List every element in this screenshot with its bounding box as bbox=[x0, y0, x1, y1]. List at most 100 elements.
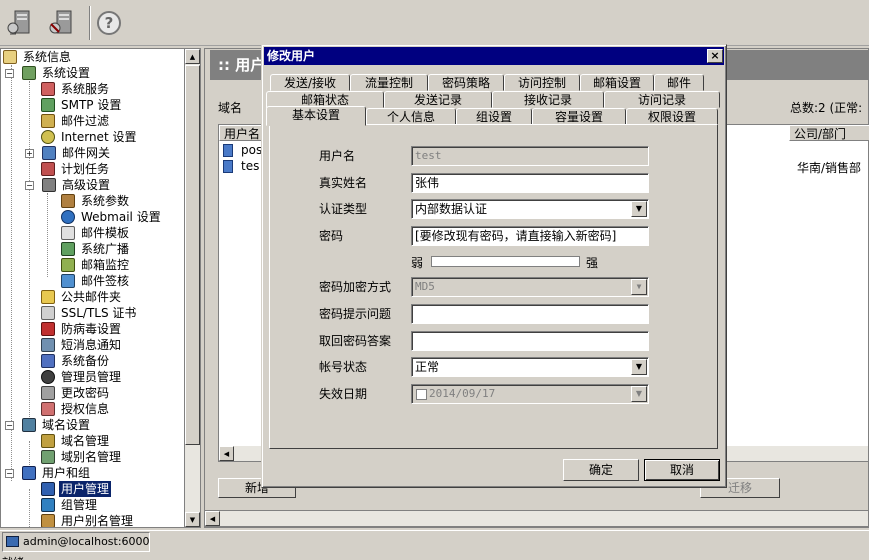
main-hscrollbar[interactable]: ◀ bbox=[204, 510, 869, 527]
backup-icon bbox=[41, 354, 55, 368]
key-icon bbox=[41, 386, 55, 400]
tree-scrollbar[interactable]: ▲ ▼ bbox=[184, 48, 201, 528]
settings-folder-icon bbox=[22, 66, 36, 80]
tab-password-policy[interactable]: 密码策略 bbox=[428, 74, 504, 91]
chevron-down-icon[interactable]: ▼ bbox=[631, 359, 647, 375]
tree-label: 系统参数 bbox=[81, 194, 130, 208]
domain-manage-icon bbox=[41, 434, 55, 448]
tree-label: 计划任务 bbox=[61, 162, 110, 176]
scroll-left-icon[interactable]: ◀ bbox=[205, 511, 220, 526]
user-icon bbox=[41, 482, 55, 496]
tree-label: Webmail 设置 bbox=[81, 210, 161, 224]
tab-capacity-settings[interactable]: 容量设置 bbox=[532, 108, 626, 125]
connection-text: admin@localhost:6000 bbox=[23, 535, 150, 548]
hint-answer-label: 取回密码答案 bbox=[319, 334, 392, 348]
approval-icon bbox=[61, 274, 75, 288]
cancel-button[interactable]: 取消 bbox=[644, 459, 720, 481]
tree-label: 系统服务 bbox=[61, 82, 110, 96]
group-icon bbox=[41, 498, 55, 512]
tab-send-receive[interactable]: 发送/接收 bbox=[270, 74, 350, 91]
expire-value: 2014/09/17 bbox=[429, 387, 496, 400]
folder-icon bbox=[41, 290, 55, 304]
smtp-icon bbox=[41, 98, 55, 112]
broadcast-icon bbox=[61, 242, 75, 256]
status-ready: 就绪 bbox=[2, 554, 24, 560]
user-icon bbox=[223, 160, 233, 173]
tab-send-log[interactable]: 发送记录 bbox=[384, 91, 492, 108]
tree-label: 系统信息 bbox=[23, 50, 72, 64]
tree-label: Internet 设置 bbox=[61, 130, 137, 144]
status-select[interactable]: 正常 ▼ bbox=[411, 357, 649, 377]
password-strength-bar bbox=[431, 256, 580, 267]
domain-label: 域名 bbox=[218, 101, 243, 115]
close-icon[interactable]: × bbox=[707, 49, 723, 63]
expand-icon[interactable]: + bbox=[25, 149, 34, 158]
tab-permission-settings[interactable]: 权限设置 bbox=[626, 108, 718, 125]
tree-label: 系统设置 bbox=[42, 66, 91, 80]
strength-strong-label: 强 bbox=[586, 256, 599, 270]
services-icon bbox=[41, 82, 55, 96]
chevron-down-icon: ▼ bbox=[631, 279, 647, 295]
tree-label: SSL/TLS 证书 bbox=[61, 306, 137, 320]
tab-traffic-control[interactable]: 流量控制 bbox=[350, 74, 428, 91]
tree-label: 管理员管理 bbox=[61, 370, 122, 384]
tree-label: 公共邮件夹 bbox=[61, 290, 122, 304]
password-field[interactable]: [要修改现有密码，请直接输入新密码] bbox=[411, 226, 649, 246]
scroll-left-icon[interactable]: ◀ bbox=[219, 446, 234, 461]
tab-access-control[interactable]: 访问控制 bbox=[504, 74, 580, 91]
nav-tree[interactable]: 系统信息 − 系统设置 系统服务 SMTP 设置 邮件过滤 Internet 设… bbox=[0, 48, 200, 528]
gateway-icon bbox=[42, 146, 56, 160]
tree-label: 短消息通知 bbox=[61, 338, 122, 352]
toolbar: ? bbox=[0, 0, 869, 46]
realname-label: 真实姓名 bbox=[319, 176, 368, 190]
user-icon bbox=[223, 144, 233, 157]
column-header-company[interactable]: 公司/部门 bbox=[789, 125, 869, 141]
row-user: pos bbox=[241, 143, 263, 157]
tab-access-log[interactable]: 访问记录 bbox=[604, 91, 720, 108]
user-total: 总数:2 (正常: bbox=[790, 101, 863, 115]
connect-server-icon[interactable] bbox=[4, 6, 38, 40]
expire-date-picker[interactable]: 2014/09/17 ▼ bbox=[411, 384, 649, 404]
collapse-icon[interactable]: − bbox=[5, 469, 14, 478]
tab-mailbox-settings[interactable]: 邮箱设置 bbox=[580, 74, 654, 91]
collapse-icon[interactable]: − bbox=[5, 421, 14, 430]
users-icon bbox=[22, 466, 36, 480]
tree-label-selected: 用户管理 bbox=[59, 481, 112, 497]
collapse-icon[interactable]: − bbox=[25, 181, 34, 190]
authtype-select[interactable]: 内部数据认证 ▼ bbox=[411, 199, 649, 219]
help-icon[interactable]: ? bbox=[92, 6, 126, 40]
license-icon bbox=[41, 402, 55, 416]
expire-label: 失效日期 bbox=[319, 387, 368, 401]
tab-personal-info[interactable]: 个人信息 bbox=[366, 108, 456, 125]
advanced-icon bbox=[42, 178, 56, 192]
tab-mail[interactable]: 邮件 bbox=[654, 74, 704, 91]
tree-label: 域别名管理 bbox=[61, 450, 122, 464]
filter-icon bbox=[41, 114, 55, 128]
chevron-down-icon[interactable]: ▼ bbox=[631, 386, 647, 402]
toolbar-separator bbox=[89, 6, 91, 40]
tab-basic-settings[interactable]: 基本设置 bbox=[266, 106, 366, 126]
tree-label: 系统备份 bbox=[61, 354, 110, 368]
collapse-icon[interactable]: − bbox=[5, 69, 14, 78]
scroll-down-icon[interactable]: ▼ bbox=[185, 512, 200, 527]
ok-button[interactable]: 确定 bbox=[563, 459, 639, 481]
tree-label: 邮件模板 bbox=[81, 226, 130, 240]
tree-label: 邮件网关 bbox=[62, 146, 111, 160]
tree-label: 用户别名管理 bbox=[61, 514, 134, 528]
dialog-title: 修改用户 bbox=[264, 47, 724, 65]
globe-icon bbox=[41, 130, 55, 144]
tab-group-settings[interactable]: 组设置 bbox=[456, 108, 532, 125]
tree-label: 更改密码 bbox=[61, 386, 110, 400]
realname-field[interactable]: 张伟 bbox=[411, 173, 649, 193]
scroll-up-icon[interactable]: ▲ bbox=[185, 49, 200, 64]
username-label: 用户名 bbox=[319, 149, 356, 163]
hint-question-field[interactable] bbox=[411, 304, 649, 324]
tree-label: 授权信息 bbox=[61, 402, 110, 416]
hint-answer-field[interactable] bbox=[411, 331, 649, 351]
scroll-thumb[interactable] bbox=[185, 65, 200, 445]
disconnect-server-icon[interactable] bbox=[46, 6, 80, 40]
chevron-down-icon[interactable]: ▼ bbox=[631, 201, 647, 217]
expire-checkbox[interactable] bbox=[416, 389, 427, 400]
tree-label: 用户和组 bbox=[42, 466, 91, 480]
tab-receive-log[interactable]: 接收记录 bbox=[492, 91, 604, 108]
